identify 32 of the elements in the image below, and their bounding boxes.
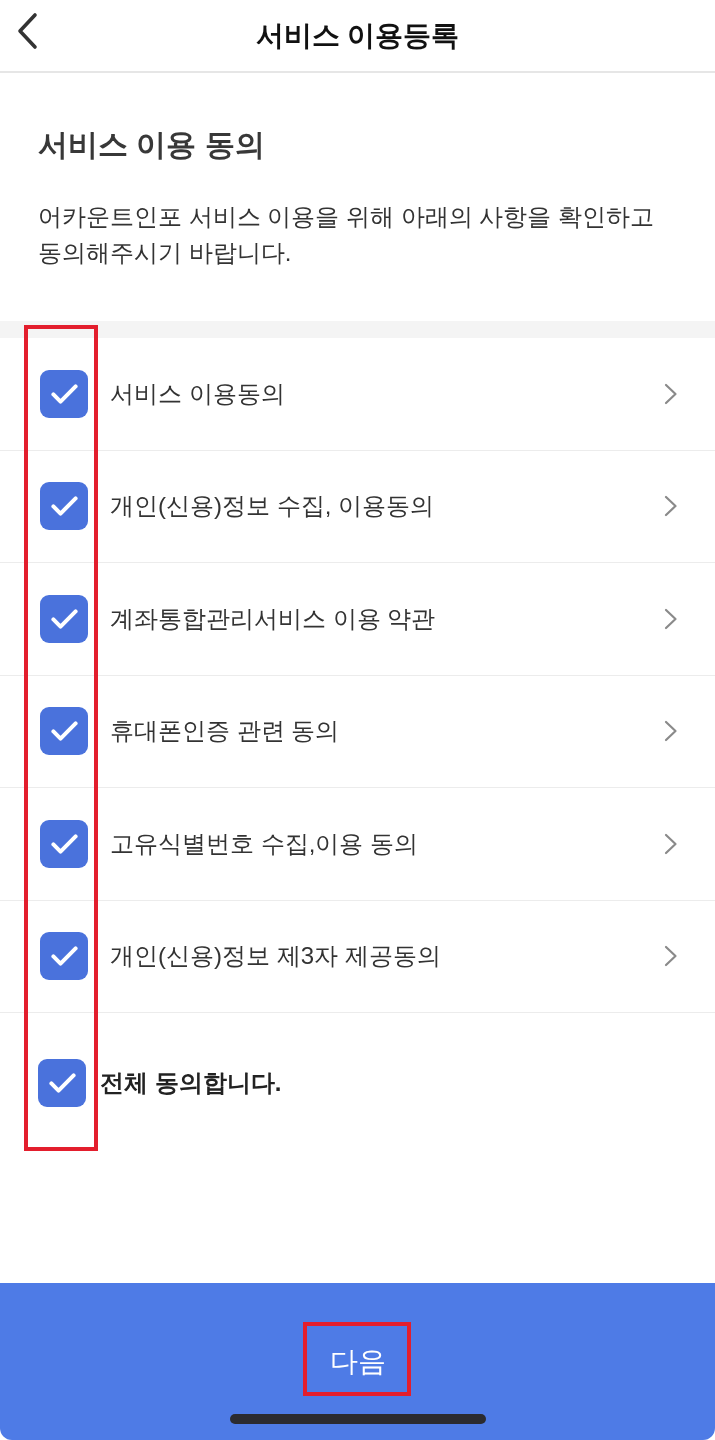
chevron-right-icon[interactable] bbox=[664, 720, 678, 743]
chevron-right-icon[interactable] bbox=[664, 832, 678, 855]
chevron-right-icon[interactable] bbox=[664, 382, 678, 405]
agree-all-label[interactable]: 전체 동의합니다. bbox=[100, 1067, 282, 1099]
page-title: 서비스 이용등록 bbox=[255, 21, 460, 50]
next-button[interactable]: 다음 bbox=[0, 1283, 715, 1440]
chevron-right-icon[interactable] bbox=[664, 945, 678, 968]
agreement-label[interactable]: 서비스 이용동의 bbox=[110, 377, 664, 410]
checkbox[interactable] bbox=[40, 369, 88, 418]
checkbox[interactable] bbox=[40, 707, 88, 756]
checkbox[interactable] bbox=[38, 1059, 86, 1107]
check-icon bbox=[48, 1073, 76, 1093]
check-icon bbox=[50, 608, 78, 629]
back-icon[interactable] bbox=[16, 12, 38, 50]
checkbox[interactable] bbox=[40, 482, 88, 531]
check-icon bbox=[50, 496, 78, 517]
checkbox[interactable] bbox=[40, 819, 88, 868]
agreement-label[interactable]: 계좌통합관리서비스 이용 약관 bbox=[110, 602, 664, 635]
checkbox[interactable] bbox=[40, 932, 88, 981]
checkbox[interactable] bbox=[40, 594, 88, 643]
agreement-label[interactable]: 휴대폰인증 관련 동의 bbox=[110, 715, 664, 748]
chevron-right-icon[interactable] bbox=[664, 495, 678, 518]
check-icon bbox=[50, 833, 78, 854]
agreement-label[interactable]: 개인(신용)정보 제3자 제공동의 bbox=[110, 940, 664, 973]
section-heading: 서비스 이용 동의 bbox=[38, 127, 266, 163]
check-icon bbox=[50, 383, 78, 404]
check-icon bbox=[50, 721, 78, 742]
chevron-right-icon[interactable] bbox=[664, 607, 678, 630]
section-description: 어카운트인포 서비스 이용을 위해 아래의 사항을 확인하고 동의해주시기 바랍니다. bbox=[38, 202, 655, 268]
agreement-label[interactable]: 고유식별번호 수집,이용 동의 bbox=[110, 827, 664, 860]
check-icon bbox=[50, 946, 78, 967]
agreement-label[interactable]: 개인(신용)정보 수집, 이용동의 bbox=[110, 490, 664, 523]
